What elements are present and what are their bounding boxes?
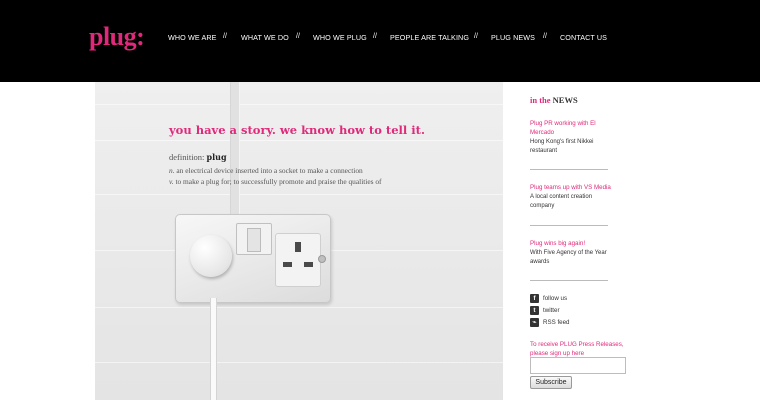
nav-plug-news[interactable]: PLUG NEWS: [491, 33, 535, 42]
subscribe-button[interactable]: Subscribe: [530, 376, 572, 389]
news-item: Plug PR working with El Mercado Hong Kon…: [530, 119, 612, 156]
wall-conduit: [230, 82, 240, 217]
news-heading: in the NEWS: [530, 95, 578, 105]
definition-noun: n. an electrical device inserted into a …: [169, 166, 363, 175]
definition-verb: v. to make a plug for; to successfully p…: [169, 177, 382, 186]
hero-tagline: you have a story. we know how to tell it…: [169, 123, 425, 137]
socket-outlet: [275, 233, 321, 287]
social-label: follow us: [543, 295, 568, 302]
plug-logo[interactable]: plug:: [89, 22, 145, 52]
noun-marker: n.: [169, 166, 175, 175]
nav-separator: //: [296, 33, 300, 40]
news-item-link[interactable]: Plug PR working with El Mercado: [530, 119, 612, 137]
noun-text: an electrical device inserted into a soc…: [176, 166, 363, 175]
news-item-desc: A local content creation company: [530, 194, 593, 209]
wall-line: [95, 307, 503, 308]
email-field[interactable]: [530, 357, 626, 374]
news-item: Plug wins big again! With Five Agency of…: [530, 239, 612, 267]
hero-image: you have a story. we know how to tell it…: [95, 82, 503, 400]
white-plug: [190, 235, 232, 277]
socket-switch: [236, 223, 272, 255]
verb-text: to make a plug for; to successfully prom…: [175, 177, 382, 186]
neutral-pin-hole: [304, 262, 313, 267]
nav-who-we-are[interactable]: WHO WE ARE: [168, 33, 217, 42]
social-label: RSS feed: [543, 319, 570, 326]
socket-screw: [318, 255, 326, 263]
twitter-icon: t: [530, 306, 539, 315]
live-pin-hole: [283, 262, 292, 267]
verb-marker: v.: [169, 177, 174, 186]
earth-pin-hole: [295, 242, 301, 252]
nav-who-we-plug[interactable]: WHO WE PLUG: [313, 33, 367, 42]
news-item-desc: Hong Kong's first Nikkei restaurant: [530, 139, 594, 154]
definition-label: definition:: [169, 152, 205, 162]
nav-what-we-do[interactable]: WHAT WE DO: [241, 33, 289, 42]
news-divider: [530, 225, 608, 226]
nav-separator: //: [543, 33, 547, 40]
news-item: Plug teams up with VS Media A local cont…: [530, 183, 612, 211]
wall-line: [95, 362, 503, 363]
nav-separator: //: [474, 33, 478, 40]
nav-people-are-talking[interactable]: PEOPLE ARE TALKING: [390, 33, 469, 42]
definition-title: definition: plug: [169, 152, 227, 162]
wall-line: [95, 140, 503, 141]
news-divider: [530, 169, 608, 170]
wall-line: [95, 104, 503, 105]
socket-rocker: [247, 228, 261, 252]
news-item-link[interactable]: Plug wins big again!: [530, 239, 612, 248]
news-heading-word: NEWS: [552, 95, 578, 105]
news-item-desc: With Five Agency of the Year awards: [530, 250, 607, 265]
definition-word: plug: [206, 152, 227, 162]
wall-socket-illustration: [175, 214, 331, 303]
news-item-link[interactable]: Plug teams up with VS Media: [530, 183, 612, 192]
site-header: plug: WHO WE ARE // WHAT WE DO // WHO WE…: [0, 0, 760, 82]
nav-separator: //: [223, 33, 227, 40]
nav-contact-us[interactable]: CONTACT US: [560, 33, 607, 42]
news-divider: [530, 280, 608, 281]
rss-icon: ⌁: [530, 318, 539, 327]
social-label: twitter: [543, 307, 560, 314]
news-heading-prefix: in the: [530, 95, 551, 105]
wall-line: [95, 194, 503, 195]
facebook-icon: f: [530, 294, 539, 303]
plug-cable: [210, 298, 217, 400]
press-release-prompt: To receive PLUG Press Releases, please s…: [530, 341, 624, 357]
nav-separator: //: [373, 33, 377, 40]
